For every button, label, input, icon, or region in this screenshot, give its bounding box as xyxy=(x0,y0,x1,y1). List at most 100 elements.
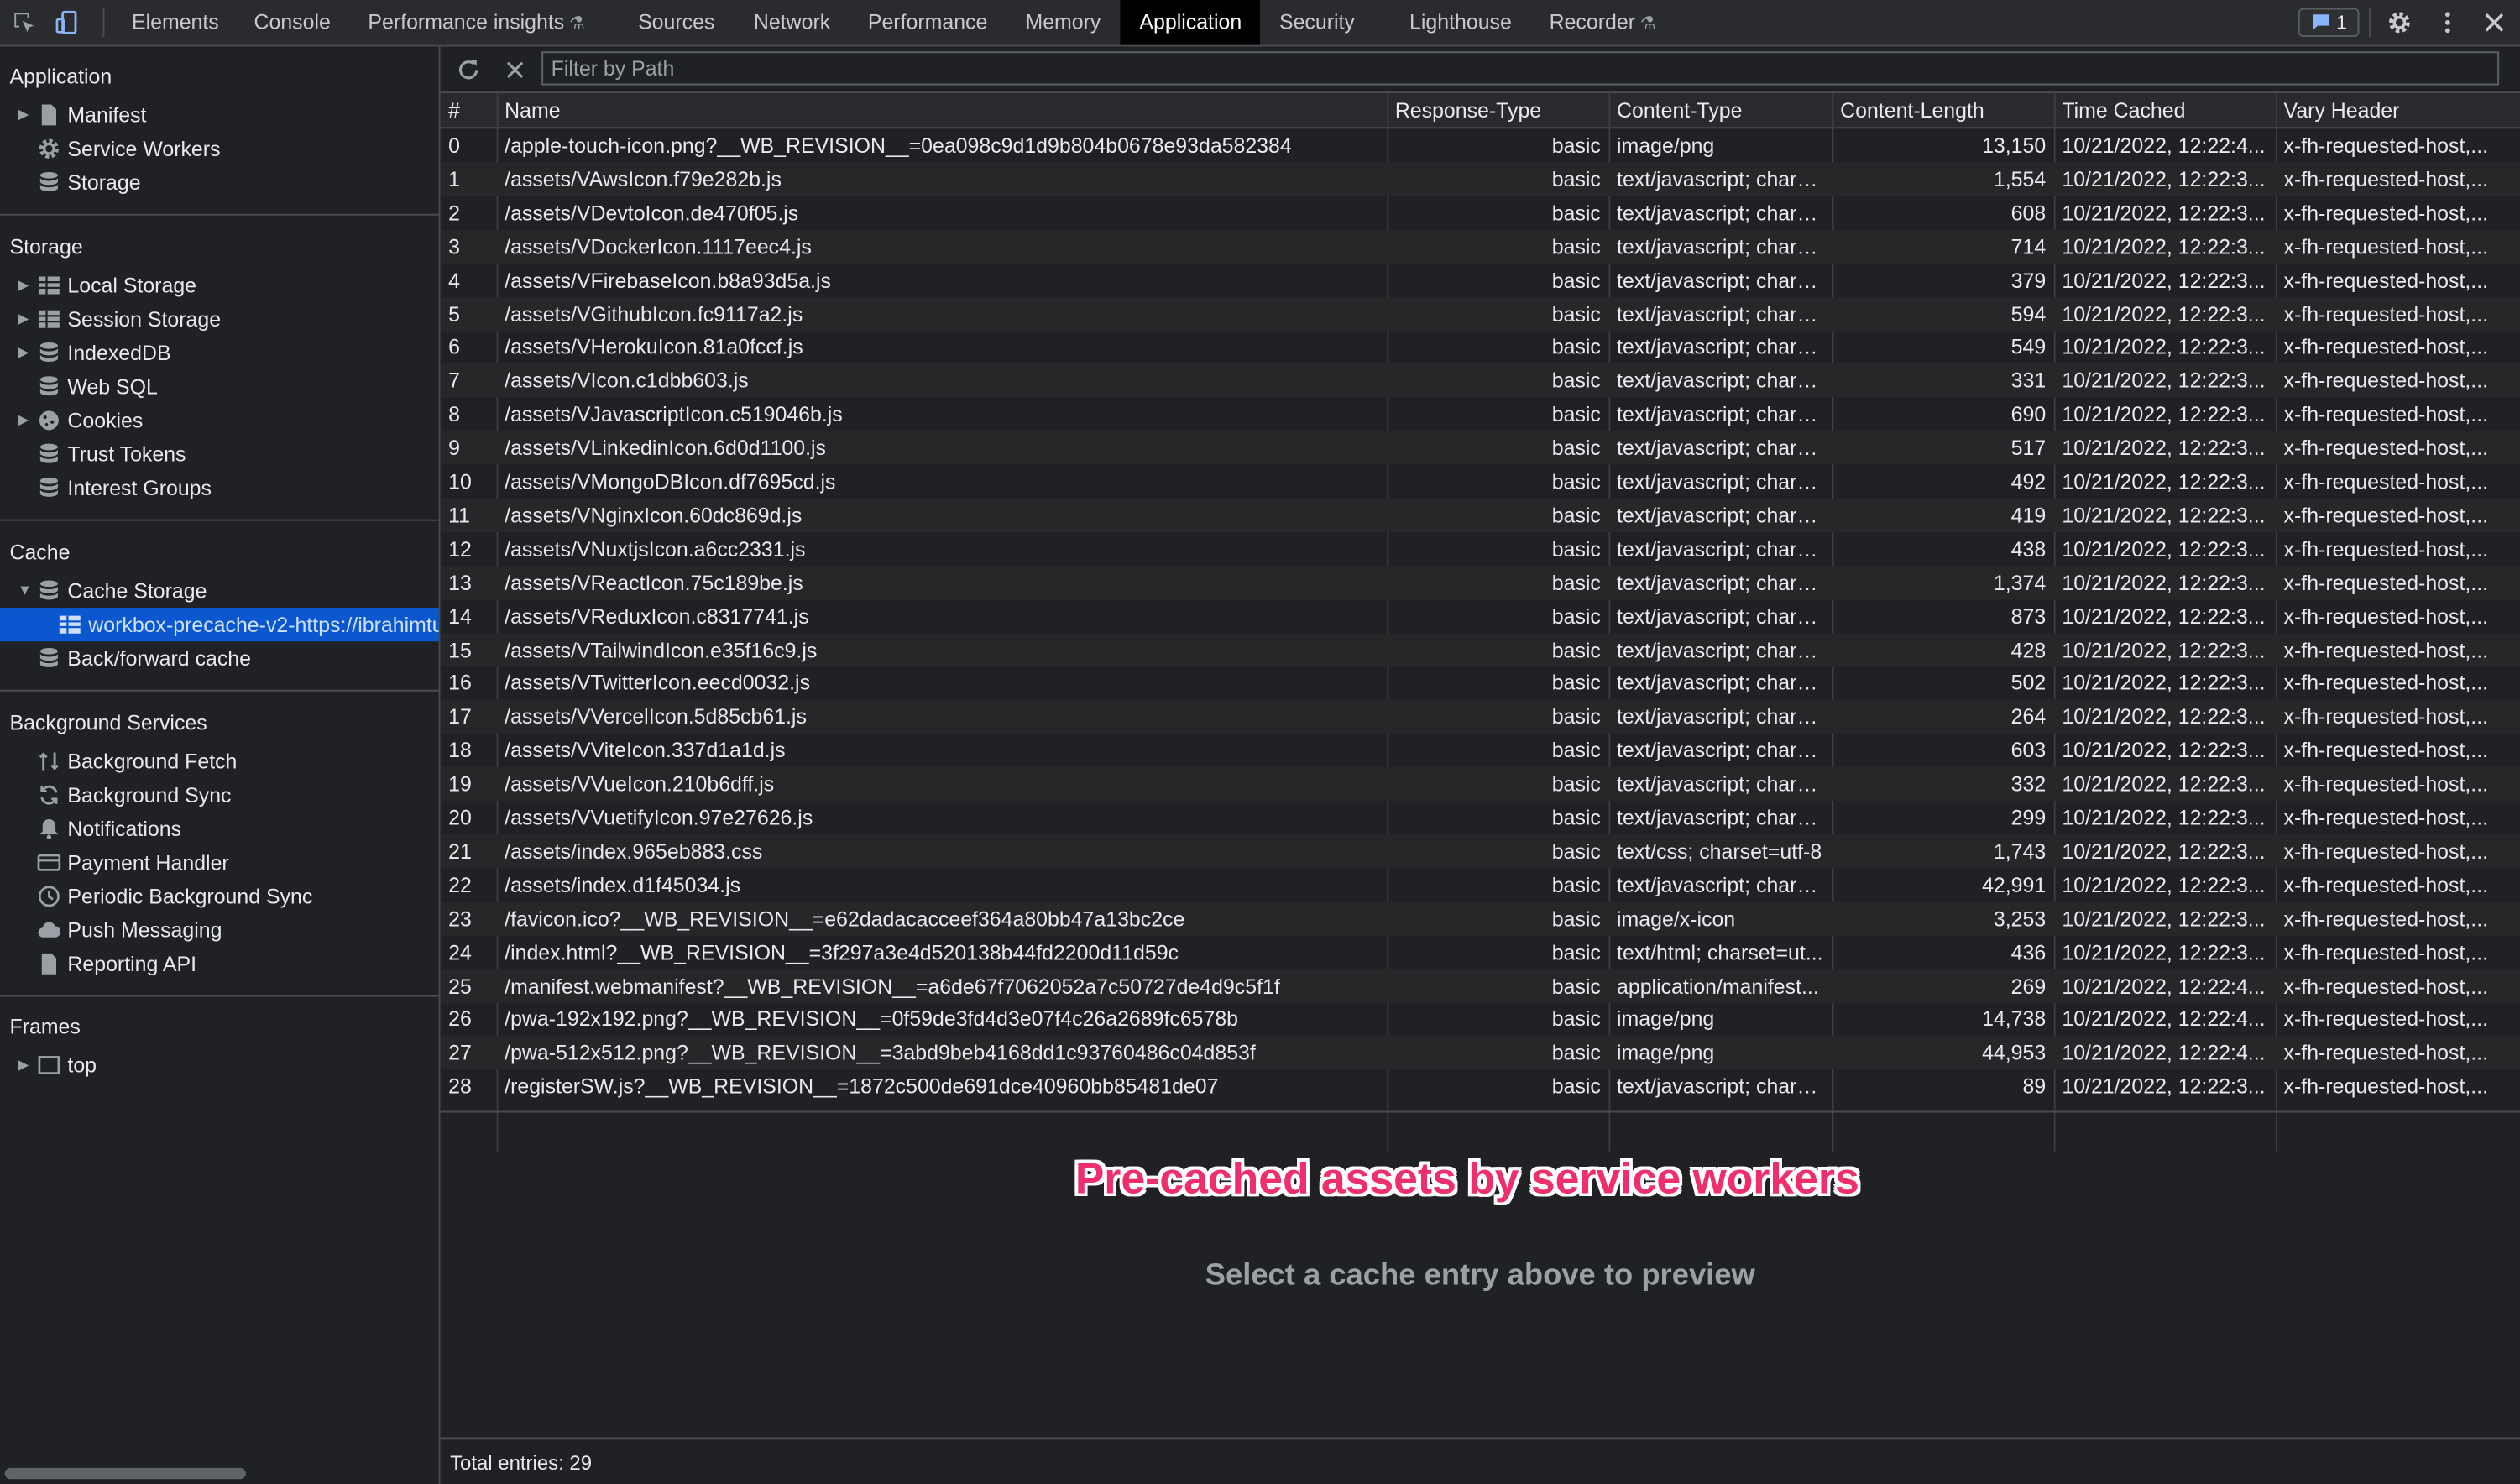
table-row[interactable]: 27/pwa-512x512.png?__WB_REVISION__=3abd9… xyxy=(440,1036,2520,1070)
sidebar-horizontal-scrollbar[interactable] xyxy=(4,1467,246,1480)
table-row[interactable]: 8/assets/VJavascriptIcon.c519046b.js basi… xyxy=(441,397,2520,431)
table-row[interactable]: 24/index.html?__WB_REVISION__=3f297a3e4d… xyxy=(441,935,2520,969)
preview-split-handle[interactable] xyxy=(440,1110,2520,1113)
expand-arrow-icon[interactable]: ▶ xyxy=(18,269,30,302)
column-header-content-length[interactable]: Content-Length xyxy=(1832,93,2054,127)
cell-content-length: 603 xyxy=(2010,738,2047,763)
column-header-response-type[interactable]: Response-Type xyxy=(1387,93,1608,127)
tab-performance[interactable]: Performance xyxy=(849,0,1006,45)
table-row[interactable]: 23/favicon.ico?__WB_REVISION__=e62dadaca… xyxy=(440,901,2520,936)
sidebar-item-workbox-precache[interactable]: workbox-precache-v2-https://ibrahimtu xyxy=(0,608,439,642)
table-row[interactable]: 25/manifest.webmanifest?__WB_REVISION__=… xyxy=(440,969,2520,1003)
expand-arrow-icon[interactable]: ▶ xyxy=(18,336,30,369)
sidebar-item-frame-top[interactable]: ▶ top xyxy=(0,1048,439,1082)
cell-time-cached: 10/21/2022, 12:22:3... xyxy=(2062,368,2266,393)
sidebar-item-background-sync[interactable]: Background Sync xyxy=(0,778,439,812)
table-row[interactable]: 22/assets/index.d1f45034.js basic text/jav… xyxy=(441,868,2520,901)
tab-application[interactable]: Application xyxy=(1120,0,1260,45)
cell-name: /assets/VGithubIcon.fc9117a2.js xyxy=(505,301,803,326)
table-row[interactable]: 1/assets/VAwsIcon.f79e282b.js basic text/j… xyxy=(440,162,2520,196)
table-row[interactable]: 21/assets/index.965eb883.css basic text/cs… xyxy=(440,833,2520,869)
expand-arrow-icon[interactable]: ▶ xyxy=(18,302,30,336)
table-row[interactable]: 9/assets/VLinkedinIcon.6d0d1100.js basic t… xyxy=(440,431,2520,465)
sidebar-item-indexeddb[interactable]: ▶ IndexedDB xyxy=(0,336,439,369)
expand-arrow-icon[interactable]: ▶ xyxy=(18,1048,30,1082)
sidebar-item-manifest[interactable]: ▶ Manifest xyxy=(0,98,439,132)
cell-vary-header: x-fh-requested-host,... xyxy=(2283,872,2489,897)
sidebar-item-storage[interactable]: Storage xyxy=(0,165,439,199)
table-row[interactable]: 6/assets/VHerokuIcon.81a0fccf.js basic tex… xyxy=(441,330,2520,363)
sidebar-item-push-messaging[interactable]: Push Messaging xyxy=(0,913,439,947)
column-header-time-cached[interactable]: Time Cached xyxy=(2054,93,2276,127)
sidebar-item-payment-handler[interactable]: Payment Handler xyxy=(0,846,439,880)
expand-arrow-icon[interactable]: ▶ xyxy=(18,98,30,132)
table-row[interactable]: 3/assets/VDockerIcon.1117eec4.js basic tex… xyxy=(440,229,2520,264)
cell-vary-header: x-fh-requested-host,... xyxy=(2283,906,2489,931)
table-row[interactable]: 19/assets/VVueIcon.210b6dff.js basic text/… xyxy=(440,766,2520,802)
sidebar-item-reporting-api[interactable]: Reporting API xyxy=(0,947,439,980)
table-row[interactable]: 17/assets/VVercelIcon.5d85cb61.js basic te… xyxy=(440,699,2520,734)
cell-response-type: basic xyxy=(1551,671,1601,696)
table-row[interactable]: 7/assets/VIcon.c1dbb603.js basic text/java… xyxy=(440,363,2520,398)
table-row[interactable]: 16/assets/VTwitterIcon.eecd0032.js basic t… xyxy=(441,666,2520,700)
sidebar-item-local-storage[interactable]: ▶ Local Storage xyxy=(0,269,439,302)
device-toolbar-icon[interactable] xyxy=(53,8,81,37)
sidebar-item-service-workers[interactable]: Service Workers xyxy=(0,132,439,165)
sidebar-item-notifications[interactable]: Notifications xyxy=(0,812,439,845)
cell-name: /assets/VHerokuIcon.81a0fccf.js xyxy=(505,335,803,359)
table-row[interactable]: 18/assets/VViteIcon.337d1a1d.js basic text… xyxy=(441,734,2520,767)
table-row[interactable]: 26/pwa-192x192.png?__WB_REVISION__=0f59d… xyxy=(441,1002,2520,1036)
sidebar-item-back-forward-cache[interactable]: Back/forward cache xyxy=(0,641,439,675)
table-row[interactable]: 12/assets/VNuxtjsIcon.a6cc2331.js basic te… xyxy=(441,532,2520,566)
table-row[interactable]: 2/assets/VDevtoIcon.de470f05.js basic text… xyxy=(441,196,2520,229)
sidebar-item-session-storage[interactable]: ▶ Session Storage xyxy=(0,302,439,336)
tab-sources[interactable]: Sources xyxy=(619,0,734,45)
column-header-index[interactable]: # xyxy=(441,93,497,127)
column-header-vary-header[interactable]: Vary Header xyxy=(2276,93,2520,127)
table-row[interactable]: 5/assets/VGithubIcon.fc9117a2.js basic tex… xyxy=(440,296,2520,331)
tab-console[interactable]: Console xyxy=(235,0,350,45)
cell-index: 14 xyxy=(448,604,472,629)
cell-content-type: text/javascript; chars... xyxy=(1617,637,1825,662)
sidebar-item-trust-tokens[interactable]: Trust Tokens xyxy=(0,437,439,471)
issues-badge[interactable]: 1 xyxy=(2298,8,2360,38)
refresh-icon[interactable] xyxy=(453,55,482,83)
table-row[interactable]: 10/assets/VMongoDBIcon.df7695cd.js basic t… xyxy=(441,465,2520,499)
table-row[interactable]: 20/assets/VVuetifyIcon.97e27626.js basic t… xyxy=(441,801,2520,834)
tab-lighthouse[interactable]: Lighthouse xyxy=(1390,0,1531,45)
more-options-icon[interactable] xyxy=(2434,8,2462,37)
grid-icon xyxy=(37,274,61,298)
table-row[interactable]: 14/assets/VReduxIcon.c8317741.js basic tex… xyxy=(441,599,2520,633)
table-row[interactable]: 28/registerSW.js?__WB_REVISION__=1872c50… xyxy=(441,1069,2520,1103)
column-header-name[interactable]: Name xyxy=(497,93,1388,127)
sidebar-item-web-sql[interactable]: Web SQL xyxy=(0,370,439,404)
annotation-text: Pre-cached assets by service workers xyxy=(1074,1154,1859,1203)
sidebar-item-periodic-background-sync[interactable]: Periodic Background Sync xyxy=(0,880,439,913)
cell-vary-header: x-fh-requested-host,... xyxy=(2283,1074,2489,1099)
tab-elements[interactable]: Elements xyxy=(112,0,238,45)
close-icon[interactable] xyxy=(2480,8,2508,37)
sidebar-item-background-fetch[interactable]: Background Fetch xyxy=(0,745,439,778)
table-row[interactable]: 15/assets/VTailwindIcon.e35f16c9.js basic… xyxy=(440,632,2520,666)
sidebar-item-cookies[interactable]: ▶ Cookies xyxy=(0,404,439,437)
table-row[interactable]: 4/assets/VFirebaseIcon.b8a93d5a.js basic t… xyxy=(441,263,2520,296)
tab-memory[interactable]: Memory xyxy=(1006,0,1121,45)
expand-arrow-icon[interactable]: ▶ xyxy=(18,404,30,437)
delete-entry-icon[interactable] xyxy=(499,55,528,83)
tab-recorder[interactable]: Recorder ⚗ xyxy=(1530,0,1676,45)
sidebar-item-cache-storage[interactable]: ▼ Cache Storage xyxy=(0,574,439,608)
sidebar-item-interest-groups[interactable]: Interest Groups xyxy=(0,471,439,504)
filter-by-path-input[interactable] xyxy=(541,51,2500,86)
tab-network[interactable]: Network xyxy=(735,0,850,45)
collapse-arrow-icon[interactable]: ▼ xyxy=(18,574,32,608)
tab-security[interactable]: Security xyxy=(1260,0,1374,45)
table-row[interactable]: 13/assets/VReactIcon.75c189be.js basic tex… xyxy=(440,565,2520,599)
table-row[interactable]: 0/apple-touch-icon.png?__WB_REVISION__=0… xyxy=(441,128,2520,162)
cell-content-length: 264 xyxy=(2010,704,2047,729)
inspect-element-icon[interactable] xyxy=(9,8,38,37)
tab-performance-insights[interactable]: Performance insights ⚗ xyxy=(348,0,604,45)
gear-icon[interactable] xyxy=(2385,8,2413,37)
cell-content-length: 517 xyxy=(2010,436,2047,461)
column-header-content-type[interactable]: Content-Type xyxy=(1608,93,1832,127)
table-row[interactable]: 11/assets/VNginxIcon.60dc869d.js basic tex… xyxy=(440,498,2520,532)
